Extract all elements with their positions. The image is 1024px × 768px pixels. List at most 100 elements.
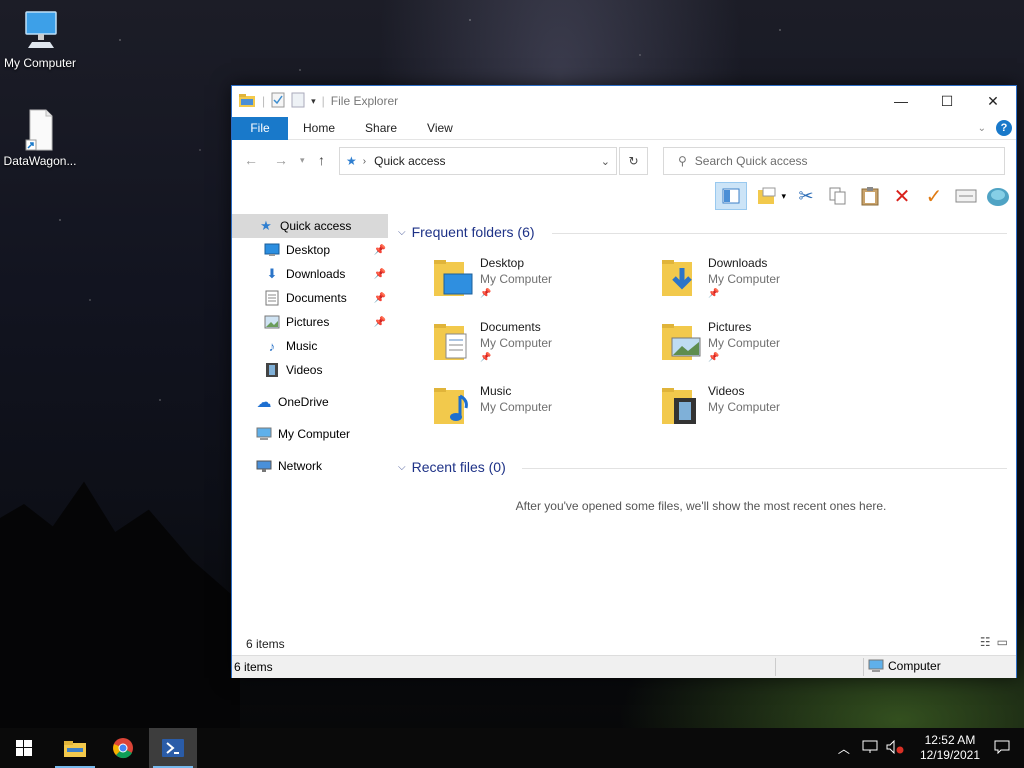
tab-share[interactable]: Share: [350, 117, 412, 140]
maximize-icon: ☐: [940, 92, 954, 109]
clock-date: 12/19/2021: [919, 748, 980, 762]
recent-files-header[interactable]: ⌵ Recent files (0): [398, 459, 506, 475]
sidebar-item-label: My Computer: [278, 427, 351, 441]
start-button[interactable]: [0, 728, 48, 768]
folder-location: My Computer: [480, 400, 553, 414]
pin-icon: 📌: [373, 244, 386, 256]
folder-name: Music: [480, 384, 512, 398]
folder-tile-documents[interactable]: Documents My Computer 📌: [432, 320, 652, 378]
sidebar-item-music[interactable]: ♪ Music: [232, 334, 388, 358]
new-folder-icon[interactable]: [291, 92, 305, 111]
network-icon: [256, 458, 272, 474]
paste-button[interactable]: [858, 184, 882, 208]
copy-button[interactable]: [826, 184, 850, 208]
view-switcher: ☷ ▭: [980, 635, 1008, 649]
desktop-folder-icon: [432, 256, 474, 298]
back-arrow-icon[interactable]: ←: [244, 152, 258, 168]
sidebar-item-my-computer[interactable]: My Computer: [232, 422, 388, 446]
expand-ribbon-icon[interactable]: ⌄: [978, 123, 986, 134]
pin-icon: 📌: [708, 352, 720, 362]
chevron-down-icon: ⌵: [398, 226, 406, 238]
properties-folder-icon: [758, 187, 776, 204]
shell-icon: [987, 188, 1009, 206]
address-dropdown-icon[interactable]: ⌄: [601, 155, 610, 168]
folder-tile-pictures[interactable]: Pictures My Computer 📌: [660, 320, 880, 378]
window-title: File Explorer: [330, 94, 399, 108]
maximize-button[interactable]: ☐: [924, 86, 970, 116]
music-folder-icon: [432, 384, 474, 426]
sidebar-item-downloads[interactable]: ⬇ Downloads 📌: [232, 262, 388, 286]
section-title: Frequent folders (6): [411, 224, 535, 240]
computer-icon: [868, 659, 884, 672]
action-center-icon[interactable]: [994, 740, 1010, 757]
search-input[interactable]: ⚲ Search Quick access: [663, 147, 1005, 175]
folder-location: My Computer: [480, 336, 553, 350]
sidebar-item-documents[interactable]: Documents 📌: [232, 286, 388, 310]
cut-button[interactable]: ✂: [794, 184, 818, 208]
documents-folder-icon: [432, 320, 474, 362]
folder-tile-videos[interactable]: Videos My Computer: [660, 384, 880, 442]
taskbar-powershell[interactable]: [149, 728, 197, 768]
explorer-folder-icon[interactable]: [238, 92, 256, 111]
desktop-icon-datawagon[interactable]: DataWagon...: [0, 108, 80, 168]
checkmark-icon: ✓: [925, 185, 943, 208]
quick-access-toolbar: | ▾ |: [232, 92, 325, 111]
close-button[interactable]: ✕: [970, 86, 1016, 116]
taskbar-file-explorer[interactable]: [51, 728, 99, 768]
sidebar-item-label: OneDrive: [278, 395, 329, 409]
forward-arrow-icon[interactable]: →: [274, 152, 288, 168]
pin-icon: 📌: [373, 316, 386, 328]
breadcrumb-chevron-icon: ›: [362, 155, 367, 167]
details-view-icon[interactable]: ☷: [980, 635, 991, 649]
preview-pane-button[interactable]: [715, 182, 748, 210]
shell-button[interactable]: [986, 184, 1010, 208]
bottom-item-count: 6 items: [234, 660, 273, 674]
folder-location: My Computer: [708, 336, 781, 350]
close-icon: ✕: [987, 92, 999, 109]
desktop-icon-my-computer[interactable]: My Computer: [0, 10, 80, 70]
qat-dropdown-icon[interactable]: ▾: [311, 96, 316, 107]
network-status-icon[interactable]: [862, 740, 878, 757]
properties-button[interactable]: [755, 184, 779, 208]
ribbon-tabs: File Home Share View ⌄ ?: [232, 116, 1016, 140]
recent-files-empty-message: After you've opened some files, we'll sh…: [515, 499, 887, 513]
tab-view[interactable]: View: [412, 117, 468, 140]
show-hidden-icons-icon[interactable]: ︿: [838, 740, 850, 757]
clock[interactable]: 12:52 AM 12/19/2021: [920, 733, 980, 763]
delete-button[interactable]: ✕: [890, 184, 914, 208]
large-icons-view-icon[interactable]: ▭: [997, 635, 1008, 649]
breadcrumb[interactable]: Quick access: [374, 154, 445, 168]
taskbar-chrome[interactable]: [99, 728, 147, 768]
help-button[interactable]: ?: [996, 120, 1012, 136]
folder-name: Videos: [708, 384, 745, 398]
properties-icon[interactable]: [271, 92, 285, 111]
sidebar-item-onedrive[interactable]: ☁ OneDrive: [232, 390, 388, 414]
folder-tile-downloads[interactable]: Downloads My Computer 📌: [660, 256, 880, 314]
tab-home[interactable]: Home: [288, 117, 350, 140]
sidebar-item-network[interactable]: Network: [232, 454, 388, 478]
windows-logo-icon: [16, 740, 32, 756]
recent-locations-icon[interactable]: ▾: [300, 155, 305, 166]
pin-icon: 📌: [373, 268, 386, 280]
sidebar-item-videos[interactable]: Videos: [232, 358, 388, 382]
sidebar-item-desktop[interactable]: Desktop 📌: [232, 238, 388, 262]
sidebar-item-pictures[interactable]: Pictures 📌: [232, 310, 388, 334]
address-bar[interactable]: ★ › Quick access ⌄: [339, 147, 617, 175]
refresh-button[interactable]: ↻: [619, 147, 648, 175]
status-item-count: 6 items: [246, 637, 285, 651]
folder-tile-music[interactable]: Music My Computer: [432, 384, 652, 442]
volume-muted-icon[interactable]: [886, 739, 904, 757]
minimize-button[interactable]: —: [878, 86, 924, 116]
rename-button[interactable]: ✓: [922, 184, 946, 208]
tab-file[interactable]: File: [232, 116, 288, 140]
select-button[interactable]: [954, 184, 978, 208]
pin-icon: 📌: [480, 288, 492, 298]
up-arrow-icon[interactable]: ↑: [318, 152, 325, 168]
sidebar-item-label: Videos: [286, 363, 323, 377]
refresh-icon: ↻: [628, 154, 639, 168]
desktop-icon: [264, 242, 280, 258]
folder-tile-desktop[interactable]: Desktop My Computer 📌: [432, 256, 652, 314]
properties-dropdown-icon[interactable]: ▾: [781, 191, 786, 202]
frequent-folders-header[interactable]: ⌵ Frequent folders (6): [398, 224, 535, 240]
sidebar-item-quick-access[interactable]: ★ Quick access: [232, 214, 388, 238]
